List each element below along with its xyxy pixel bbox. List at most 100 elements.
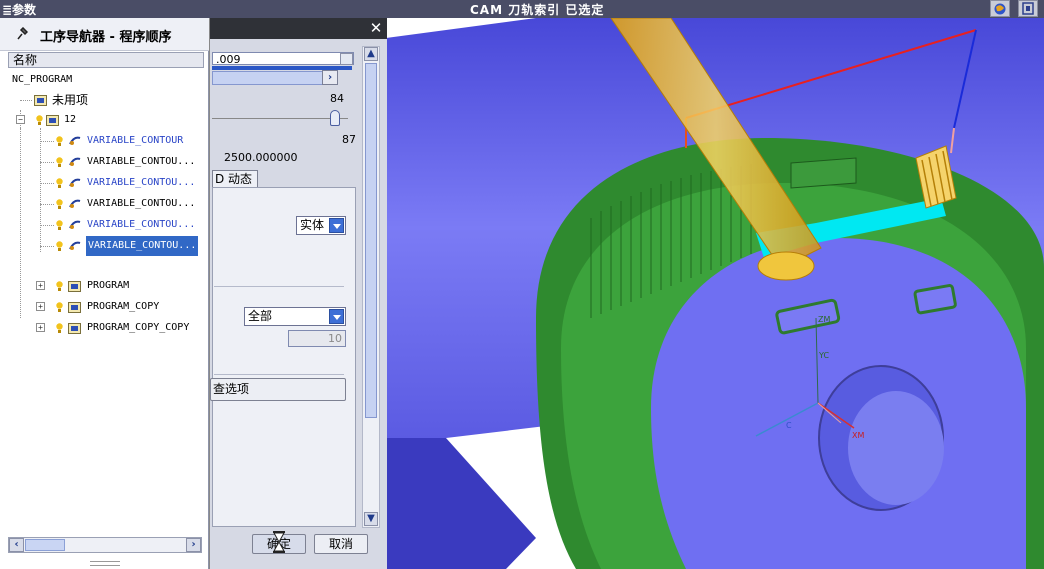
hourglass-icon bbox=[272, 530, 286, 554]
slider-track bbox=[212, 118, 348, 119]
tree-item-operation-6[interactable]: VARIABLE_CONTOU... bbox=[8, 236, 202, 256]
tree-item-label: PROGRAM_COPY bbox=[87, 301, 160, 312]
program-group-icon bbox=[68, 281, 81, 292]
tree-item-program-copy-copy[interactable]: + PROGRAM_COPY_COPY bbox=[8, 318, 202, 338]
program-group-icon bbox=[68, 302, 81, 313]
tab-dynamic[interactable]: D 动态 bbox=[212, 170, 258, 187]
range-value: 全部 bbox=[248, 309, 273, 323]
tree-item-12[interactable]: − 12 bbox=[8, 110, 202, 130]
tree-item-operation-3[interactable]: VARIABLE_CONTOU... bbox=[8, 173, 202, 193]
scroll-right-icon[interactable]: › bbox=[186, 538, 201, 552]
fit-view-icon[interactable] bbox=[1018, 0, 1038, 17]
variable-contour-icon bbox=[68, 176, 82, 190]
tree-item-program[interactable]: + PROGRAM bbox=[8, 276, 202, 296]
expand-icon[interactable]: + bbox=[36, 302, 45, 311]
lightbulb-icon bbox=[56, 280, 63, 291]
lightbulb-icon bbox=[56, 135, 63, 146]
tree-item-operation-1[interactable]: VARIABLE_CONTOUR bbox=[8, 131, 202, 151]
navigator-title: 工序导航器 - 程序顺序 bbox=[40, 30, 172, 45]
tree-item-label: VARIABLE_CONTOU... bbox=[87, 177, 196, 188]
tree-item-label: NC_PROGRAM bbox=[12, 74, 73, 85]
divider bbox=[214, 374, 344, 375]
tree-item-operation-2[interactable]: VARIABLE_CONTOU... bbox=[8, 152, 202, 172]
tree-item-label: VARIABLE_CONTOU... bbox=[87, 156, 196, 167]
variable-contour-icon bbox=[68, 239, 82, 253]
tree-item-operation-4[interactable]: VARIABLE_CONTOU... bbox=[8, 194, 202, 214]
display-mode-dropdown[interactable]: 实体 bbox=[296, 216, 346, 235]
collapse-icon[interactable]: − bbox=[16, 115, 25, 124]
slider-handle[interactable] bbox=[330, 110, 340, 126]
scroll-left-icon[interactable]: ‹ bbox=[9, 538, 24, 552]
tree-item-operation-5[interactable]: VARIABLE_CONTOU... bbox=[8, 215, 202, 235]
program-group-icon bbox=[68, 323, 81, 334]
cancel-button[interactable]: 取消 bbox=[314, 534, 368, 554]
tree-item-unused[interactable]: 未用项 bbox=[8, 90, 202, 110]
pin-icon[interactable] bbox=[16, 26, 29, 41]
column-header-name[interactable]: 名称 bbox=[8, 52, 204, 68]
top-bar: ≣参数 CAM 刀轨索引 已选定 bbox=[0, 0, 1044, 19]
axis-label-yc: YC bbox=[818, 351, 829, 360]
selection-slider[interactable] bbox=[212, 71, 338, 85]
tree-item-label: 未用项 bbox=[52, 93, 89, 107]
slider-value-bottom: 87 bbox=[342, 133, 356, 146]
navigator-header: 工序导航器 - 程序顺序 bbox=[0, 18, 209, 51]
status-message: CAM 刀轨索引 已选定 bbox=[470, 3, 605, 17]
value-field-top[interactable]: .009 bbox=[212, 52, 354, 66]
dialog-titlebar: ✕ bbox=[210, 18, 387, 39]
variable-contour-icon bbox=[68, 155, 82, 169]
axis-label-c: C bbox=[786, 421, 792, 430]
count-field[interactable]: 10 bbox=[288, 330, 346, 347]
operation-dialog: ✕ .009 › 84 87 2500.000000 D 动态 实体 全部 10… bbox=[209, 18, 387, 569]
program-group-icon bbox=[34, 95, 47, 106]
chevron-right-icon[interactable]: › bbox=[322, 70, 338, 85]
spin-icon[interactable] bbox=[340, 53, 353, 65]
scroll-thumb[interactable] bbox=[365, 63, 377, 418]
chevron-down-icon bbox=[329, 218, 344, 233]
resize-grip[interactable] bbox=[90, 561, 120, 566]
slider-value-top: 84 bbox=[330, 92, 344, 105]
divider bbox=[214, 286, 344, 287]
value-field-text: .009 bbox=[216, 53, 241, 66]
cam-3d-model: ZM YC C XM bbox=[386, 18, 1044, 569]
close-icon[interactable]: ✕ bbox=[367, 20, 385, 37]
range-dropdown[interactable]: 全部 bbox=[244, 307, 346, 326]
lightbulb-icon bbox=[56, 177, 63, 188]
scroll-down-icon[interactable]: ▼ bbox=[364, 512, 378, 526]
options-button-label: 查选项 bbox=[213, 382, 250, 396]
expand-icon[interactable]: + bbox=[36, 323, 45, 332]
globe-icon[interactable] bbox=[990, 0, 1010, 17]
graphics-viewport[interactable]: ZM YC C XM bbox=[386, 18, 1044, 569]
column-header-label: 名称 bbox=[13, 53, 38, 67]
tree-item-label-selected: VARIABLE_CONTOU... bbox=[86, 236, 199, 256]
tree-item-label: VARIABLE_CONTOUR bbox=[87, 135, 184, 146]
navigator-horizontal-scrollbar[interactable]: ‹ › bbox=[8, 537, 202, 553]
program-group-icon bbox=[46, 115, 59, 126]
lightbulb-icon bbox=[56, 219, 63, 230]
tree-item-label: VARIABLE_CONTOU... bbox=[87, 219, 196, 230]
expand-icon[interactable]: + bbox=[36, 281, 45, 290]
dialog-vertical-scrollbar[interactable]: ▲ ▼ bbox=[362, 46, 380, 528]
lightbulb-icon bbox=[56, 240, 63, 251]
scroll-up-icon[interactable]: ▲ bbox=[364, 47, 378, 61]
speed-value: 2500.000000 bbox=[224, 151, 298, 164]
tree-item-label: 12 bbox=[64, 114, 77, 125]
display-mode-value: 实体 bbox=[300, 218, 325, 232]
count-value: 10 bbox=[328, 332, 342, 345]
tree-item-label: VARIABLE_CONTOU... bbox=[87, 198, 196, 209]
variable-contour-icon bbox=[68, 197, 82, 211]
cancel-button-label: 取消 bbox=[328, 537, 353, 551]
operation-tree: NC_PROGRAM 未用项 − 12 VARIABLE_CONTOUR VAR bbox=[8, 68, 204, 533]
scroll-thumb[interactable] bbox=[25, 539, 65, 551]
dialog-title-fragment: ≣参数 bbox=[2, 3, 37, 17]
lightbulb-icon bbox=[56, 301, 63, 312]
lightbulb-icon bbox=[56, 322, 63, 333]
variable-contour-icon bbox=[68, 134, 82, 148]
operation-navigator: 工序导航器 - 程序顺序 名称 NC_PROGRAM 未用项 − 12 VARI… bbox=[0, 18, 209, 569]
tree-item-nc-program[interactable]: NC_PROGRAM bbox=[12, 70, 202, 90]
chevron-down-icon bbox=[329, 309, 344, 324]
options-button[interactable]: 查选项 bbox=[210, 378, 346, 401]
tab-panel bbox=[212, 187, 356, 527]
variable-contour-icon bbox=[68, 218, 82, 232]
lightbulb-icon bbox=[56, 198, 63, 209]
tree-item-program-copy[interactable]: + PROGRAM_COPY bbox=[8, 297, 202, 317]
